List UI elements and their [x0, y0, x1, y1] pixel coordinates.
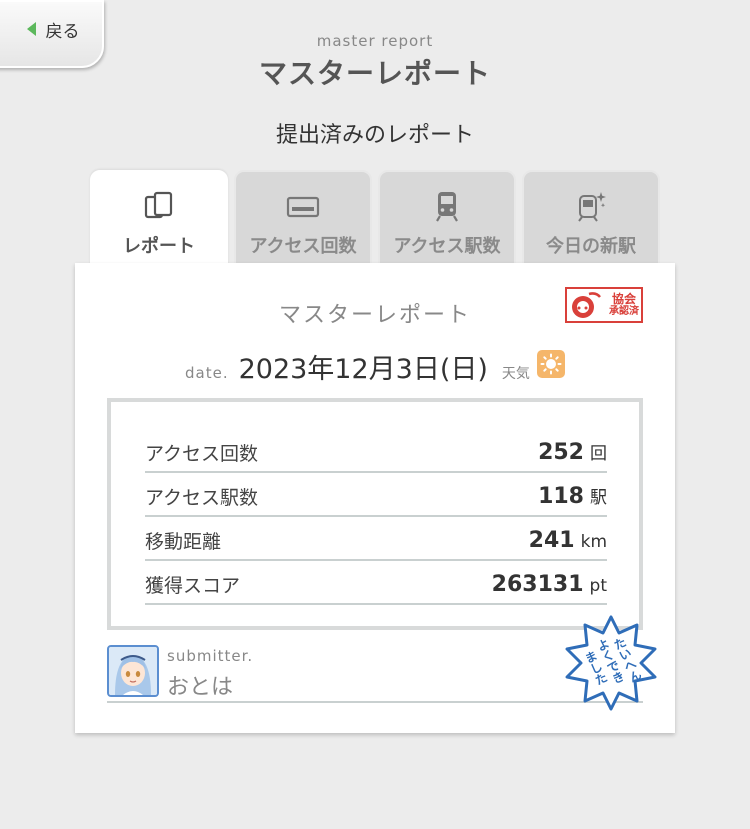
tab-report[interactable]: レポート — [90, 170, 228, 267]
stat-value: 263131 — [491, 571, 584, 597]
stat-unit: 回 — [590, 444, 607, 464]
stat-label: アクセス回数 — [145, 442, 259, 465]
page-title: マスターレポート — [258, 57, 491, 90]
stat-label: 移動距離 — [145, 530, 222, 553]
association-approved-stamp: 協会 承認済 — [565, 287, 643, 323]
stat-label: アクセス駅数 — [145, 486, 259, 509]
date-prefix: date. — [185, 364, 229, 382]
tab-label: レポート — [123, 236, 195, 257]
stat-label: 獲得スコア — [145, 574, 241, 597]
sun-icon — [537, 350, 565, 378]
report-icon — [141, 188, 177, 224]
report-date: 2023年12月3日(日) — [238, 354, 488, 385]
report-date-row: date. 2023年12月3日(日) 天気 — [185, 347, 534, 385]
tab-label: アクセス駅数 — [393, 236, 501, 257]
weather-label: 天気 — [501, 366, 530, 382]
well-done-stamp: たいへん よくでき ました — [561, 613, 661, 713]
stat-value: 241 — [528, 527, 575, 553]
tab-label: 今日の新駅 — [546, 236, 636, 257]
master-report-card: マスターレポート 協会 承認済 date. 2023年12月3日(日) 天気 ア… — [75, 263, 675, 733]
avatar[interactable] — [107, 645, 159, 697]
train-icon — [429, 188, 465, 224]
stat-row-score: 獲得スコア 263131 pt — [145, 561, 607, 605]
stat-unit: pt — [589, 575, 607, 596]
stat-row-access-stations: アクセス駅数 118 駅 — [145, 473, 607, 517]
submitter-name: おとは — [167, 675, 234, 700]
stat-value: 118 — [538, 484, 584, 509]
stat-row-access-count: アクセス回数 252 回 — [145, 429, 607, 473]
tab-access-stations[interactable]: アクセス駅数 — [378, 170, 516, 265]
tab-label: アクセス回数 — [249, 236, 357, 257]
section-heading: 提出済みのレポート — [275, 123, 474, 148]
stamp-text: 協会 — [611, 292, 636, 306]
card-icon — [285, 188, 321, 224]
tab-access-count[interactable]: アクセス回数 — [234, 170, 372, 265]
page-subtitle: master report — [316, 32, 434, 50]
stamp-text: 承認済 — [609, 306, 639, 317]
stats-box: アクセス回数 252 回 アクセス駅数 118 駅 移動距離 241 km 獲得… — [107, 398, 643, 630]
new-station-icon — [573, 188, 609, 224]
report-tabs: レポート アクセス回数 アクセス駅数 今日の新駅 — [90, 170, 660, 267]
tab-new-stations[interactable]: 今日の新駅 — [522, 170, 660, 265]
submitter-label: submitter. — [167, 647, 254, 665]
stat-unit: 駅 — [590, 488, 607, 508]
stat-row-distance: 移動距離 241 km — [145, 517, 607, 561]
stat-value: 252 — [538, 440, 584, 465]
stat-unit: km — [580, 531, 607, 552]
association-logo-icon — [567, 289, 607, 321]
